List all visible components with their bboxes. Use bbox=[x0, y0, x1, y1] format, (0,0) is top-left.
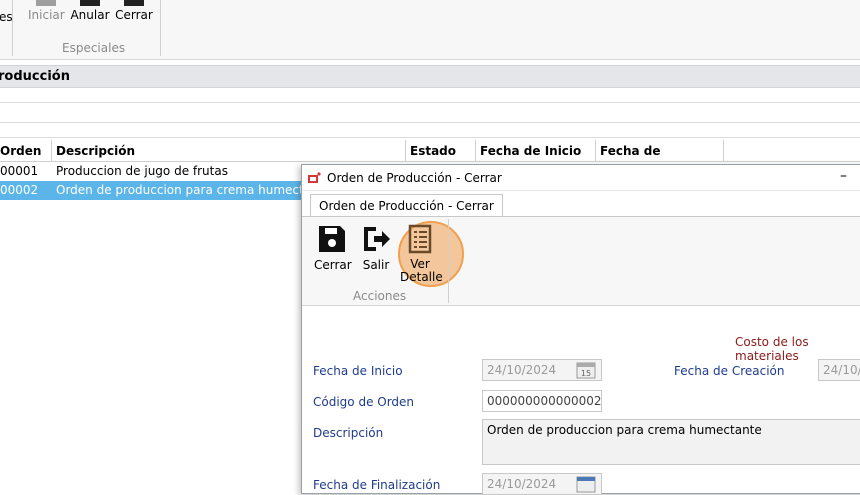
orden-cerrar-dialog: Orden de Producción - Cerrar – Orden de … bbox=[301, 164, 860, 495]
minimize-button[interactable]: – bbox=[840, 168, 847, 184]
column-header-orden[interactable]: Orden bbox=[0, 140, 52, 162]
descripcion-value: Orden de produccion para crema humectant… bbox=[487, 423, 762, 437]
fecha-creacion-field[interactable]: 24/10/2 bbox=[818, 359, 860, 381]
calendar-icon[interactable]: 15 bbox=[576, 361, 596, 379]
ver-detalle-button[interactable]: Ver Detalle bbox=[400, 223, 443, 284]
section-title-bar: roducción bbox=[0, 65, 860, 88]
cerrar-label: Cerrar bbox=[314, 258, 352, 272]
grid-header: Orden Descripción Estado Fecha de Inicio… bbox=[0, 140, 860, 180]
fecha-inicio-value: 24/10/2024 bbox=[487, 363, 557, 377]
cell-orden: 00002 bbox=[0, 183, 39, 197]
codigo-orden-label: Código de Orden bbox=[313, 395, 415, 409]
group-strip bbox=[0, 122, 860, 138]
cerrar-button[interactable]: Cerrar bbox=[314, 223, 352, 272]
calendar-day: 15 bbox=[581, 369, 591, 378]
descripcion-label: Descripción bbox=[313, 426, 384, 440]
column-header-estado[interactable]: Estado bbox=[406, 140, 476, 162]
dialog-title: Orden de Producción - Cerrar bbox=[327, 171, 502, 185]
dialog-title-bar: Orden de Producción - Cerrar – bbox=[302, 165, 860, 191]
fecha-creacion-value: 24/10/2 bbox=[823, 363, 860, 377]
cerrar-ribbon-button[interactable]: Cerrar bbox=[114, 0, 154, 22]
main-ribbon: es Iniciar Anular Cerrar Especiales bbox=[0, 0, 860, 60]
iniciar-icon bbox=[36, 0, 56, 6]
fecha-creacion-label: Fecha de Creación bbox=[674, 364, 785, 378]
tab-orden-cerrar[interactable]: Orden de Producción - Cerrar bbox=[310, 194, 503, 216]
column-header-fecha-finalizacion[interactable]: Fecha de Finalización bbox=[596, 140, 724, 180]
especiales-group-label: Especiales bbox=[62, 41, 126, 55]
column-header-descripcion[interactable]: Descripción bbox=[52, 140, 406, 162]
cell-descripcion: Produccion de jugo de frutas bbox=[56, 164, 228, 178]
anular-label: Anular bbox=[70, 8, 110, 22]
salir-button[interactable]: Salir bbox=[358, 223, 394, 272]
codigo-orden-field[interactable]: 000000000000002 bbox=[482, 390, 602, 412]
cerrar-ribbon-label: Cerrar bbox=[115, 8, 153, 22]
dialog-ribbon: Cerrar Salir Ver Detalle Acciones bbox=[302, 216, 860, 306]
save-icon bbox=[319, 226, 345, 252]
descripcion-field[interactable]: Orden de produccion para crema humectant… bbox=[482, 419, 860, 465]
acciones-group-label: Acciones bbox=[353, 289, 407, 303]
fecha-finalizacion-label: Fecha de Finalización bbox=[313, 478, 441, 492]
salir-label: Salir bbox=[362, 258, 390, 272]
section-title: roducción bbox=[0, 69, 70, 84]
iniciar-button[interactable]: Iniciar bbox=[28, 0, 65, 22]
detail-list-icon bbox=[408, 224, 432, 254]
filter-strip bbox=[0, 93, 860, 103]
calendar-icon-2[interactable] bbox=[576, 475, 596, 493]
iniciar-label: Iniciar bbox=[28, 8, 65, 22]
ribbon-separator bbox=[12, 0, 13, 56]
anular-icon bbox=[80, 0, 100, 6]
dialog-ribbon-separator bbox=[448, 219, 449, 303]
anular-button[interactable]: Anular bbox=[70, 0, 110, 22]
cell-descripcion: Orden de produccion para crema humectant… bbox=[56, 183, 312, 197]
fecha-finalizacion-value: 24/10/2024 bbox=[487, 477, 557, 491]
column-header-fecha-inicio[interactable]: Fecha de Inicio bbox=[476, 140, 596, 162]
cerrar-ribbon-icon bbox=[124, 0, 144, 6]
ribbon-separator-2 bbox=[160, 0, 161, 56]
fecha-inicio-label: Fecha de Inicio bbox=[313, 364, 403, 378]
exit-icon bbox=[364, 227, 390, 251]
ribbon-partial-label: es bbox=[0, 10, 13, 24]
codigo-orden-value: 000000000000002 bbox=[487, 394, 602, 408]
app-icon bbox=[308, 172, 321, 183]
detalle-label: Detalle bbox=[400, 270, 443, 284]
cell-orden: 00001 bbox=[0, 164, 39, 178]
